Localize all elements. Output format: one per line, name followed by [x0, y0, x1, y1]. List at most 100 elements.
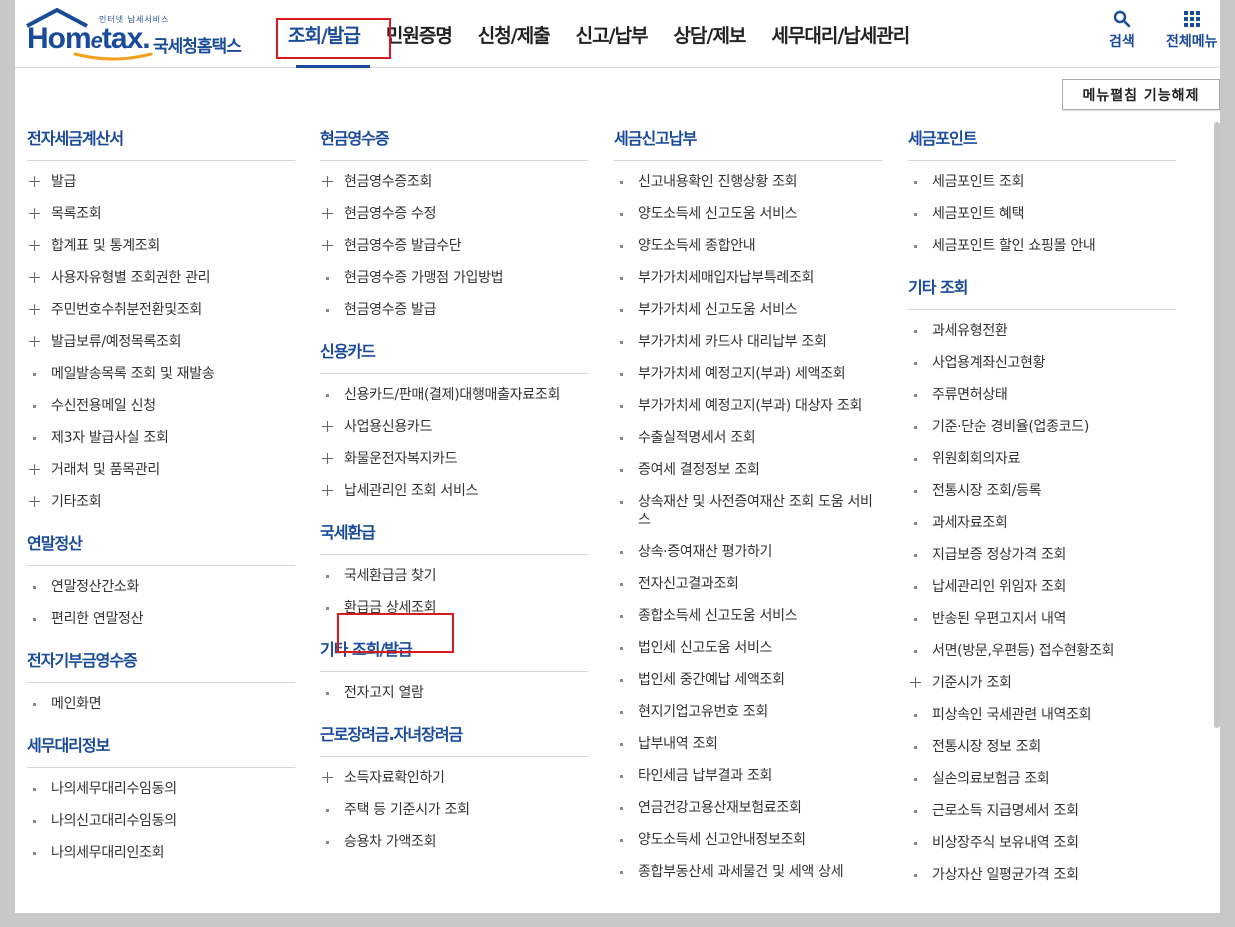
menu-item[interactable]: 부가가치세 신고도움 서비스	[614, 301, 882, 319]
menu-item[interactable]: 신고내용확인 진행상황 조회	[614, 173, 882, 191]
menu-item[interactable]: 현지기업고유번호 조회	[614, 703, 882, 721]
menu-item[interactable]: 세금포인트 조회	[908, 173, 1176, 191]
menu-item[interactable]: 연금건강고용산재보험료조회	[614, 799, 882, 817]
menu-item[interactable]: 나의세무대리인조회	[27, 844, 295, 862]
menu-item[interactable]: 합계표 및 통계조회	[27, 237, 295, 255]
menu-item[interactable]: 양도소득세 신고안내정보조회	[614, 831, 882, 849]
menu-item[interactable]: 주류면허상태	[908, 386, 1176, 404]
menu-item[interactable]: 주민번호수취분전환및조회	[27, 301, 295, 319]
menu-item[interactable]: 거래처 및 품목관리	[27, 461, 295, 479]
section-title[interactable]: 연말정산	[27, 525, 295, 566]
section-title[interactable]: 근로장려금.자녀장려금	[320, 716, 588, 757]
menu-item[interactable]: 반송된 우편고지서 내역	[908, 610, 1176, 628]
nav-tab-2[interactable]: 신청/제출	[465, 0, 563, 68]
bullet-icon	[614, 671, 628, 689]
section-title[interactable]: 국세환급	[320, 514, 588, 555]
menu-item[interactable]: 기타조회	[27, 493, 295, 511]
menu-item[interactable]: 위원회회의자료	[908, 450, 1176, 468]
menu-item[interactable]: 나의세무대리수임동의	[27, 780, 295, 798]
menu-item[interactable]: 현금영수증조회	[320, 173, 588, 191]
menu-item[interactable]: 종합소득세 신고도움 서비스	[614, 607, 882, 625]
menu-item[interactable]: 발급	[27, 173, 295, 191]
menu-item[interactable]: 전통시장 정보 조회	[908, 738, 1176, 756]
menu-item[interactable]: 신용카드/판매(결제)대행매출자료조회	[320, 386, 588, 404]
search-button[interactable]: 검색	[1109, 10, 1135, 51]
menu-item[interactable]: 국세환급금 찾기	[320, 567, 588, 585]
menu-item[interactable]: 세금포인트 할인 쇼핑몰 안내	[908, 237, 1176, 255]
menu-item[interactable]: 부가가치세 예정고지(부과) 대상자 조회	[614, 397, 882, 415]
menu-item[interactable]: 타인세금 납부결과 조회	[614, 767, 882, 785]
menu-item[interactable]: 실손의료보험금 조회	[908, 770, 1176, 788]
menu-item[interactable]: 부가가치세매입자납부특례조회	[614, 269, 882, 287]
menu-item[interactable]: 부가가치세 카드사 대리납부 조회	[614, 333, 882, 351]
menu-item[interactable]: 과세유형전환	[908, 322, 1176, 340]
menu-item[interactable]: 발급보류/예정목록조회	[27, 333, 295, 351]
menu-item[interactable]: 양도소득세 신고도움 서비스	[614, 205, 882, 223]
menu-item-label: 양도소득세 신고안내정보조회	[638, 832, 806, 848]
menu-item[interactable]: 종합부동산세 과세물건 및 세액 상세	[614, 863, 882, 881]
menu-item[interactable]: 목록조회	[27, 205, 295, 223]
menu-item[interactable]: 증여세 결정정보 조회	[614, 461, 882, 479]
nav-tab-4[interactable]: 상담/제보	[661, 0, 759, 68]
section-title[interactable]: 세금신고납부	[614, 120, 882, 161]
menu-item[interactable]: 양도소득세 종합안내	[614, 237, 882, 255]
menu-item[interactable]: 화물운전자복지카드	[320, 450, 588, 468]
menu-item[interactable]: 기준·단순 경비율(업종코드)	[908, 418, 1176, 436]
section-title[interactable]: 전자세금계산서	[27, 120, 295, 161]
menu-item[interactable]: 나의신고대리수임동의	[27, 812, 295, 830]
menu-item[interactable]: 세금포인트 혜택	[908, 205, 1176, 223]
section-title[interactable]: 신용카드	[320, 333, 588, 374]
section-title[interactable]: 세무대리정보	[27, 727, 295, 768]
menu-item[interactable]: 상속·증여재산 평가하기	[614, 543, 882, 561]
menu-item[interactable]: 주택 등 기준시가 조회	[320, 801, 588, 819]
menu-item[interactable]: 사업용계좌신고현황	[908, 354, 1176, 372]
menu-expand-disable-button[interactable]: 메뉴펼침 기능해제	[1062, 79, 1220, 110]
menu-item[interactable]: 제3자 발급사실 조회	[27, 429, 295, 447]
menu-item[interactable]: 가상자산 일평균가격 조회	[908, 866, 1176, 884]
menu-item[interactable]: 수출실적명세서 조회	[614, 429, 882, 447]
menu-item[interactable]: 납세관리인 위임자 조회	[908, 578, 1176, 596]
menu-item[interactable]: 과세자료조회	[908, 514, 1176, 532]
menu-item[interactable]: 납세관리인 조회 서비스	[320, 482, 588, 500]
menu-item[interactable]: 현금영수증 가맹점 가입방법	[320, 269, 588, 287]
menu-item[interactable]: 사용자유형별 조회권한 관리	[27, 269, 295, 287]
vertical-scrollbar[interactable]	[1214, 122, 1220, 728]
section-title[interactable]: 세금포인트	[908, 120, 1176, 161]
menu-item[interactable]: 전자신고결과조회	[614, 575, 882, 593]
menu-item[interactable]: 상속재산 및 사전증여재산 조회 도움 서비스	[614, 493, 882, 529]
menu-item[interactable]: 납부내역 조회	[614, 735, 882, 753]
nav-tab-5[interactable]: 세무대리/납세관리	[758, 0, 922, 68]
menu-item[interactable]: 전통시장 조회/등록	[908, 482, 1176, 500]
menu-item[interactable]: 연말정산간소화	[27, 578, 295, 596]
nav-tab-3[interactable]: 신고/납부	[563, 0, 661, 68]
menu-item[interactable]: 지급보증 정상가격 조회	[908, 546, 1176, 564]
menu-item[interactable]: 피상속인 국세관련 내역조회	[908, 706, 1176, 724]
bullet-icon	[27, 780, 41, 798]
menu-item[interactable]: 메일발송목록 조회 및 재발송	[27, 365, 295, 383]
menu-item[interactable]: 편리한 연말정산	[27, 610, 295, 628]
section-title[interactable]: 현금영수증	[320, 120, 588, 161]
menu-item[interactable]: 현금영수증 수정	[320, 205, 588, 223]
menu-item[interactable]: 승용차 가액조회	[320, 833, 588, 851]
hometax-logo[interactable]: 인터넷 납세서비스 Hometax. 국세청홈택스	[25, 8, 255, 64]
section-title[interactable]: 기타 조회	[908, 269, 1176, 310]
menu-section: 국세환급 국세환급금 찾기 환급금 상세조회	[320, 514, 588, 617]
menu-item[interactable]: 비상장주식 보유내역 조회	[908, 834, 1176, 852]
menu-item[interactable]: 근로소득 지급명세서 조회	[908, 802, 1176, 820]
menu-item[interactable]: 소득자료확인하기	[320, 769, 588, 787]
menu-item[interactable]: 메인화면	[27, 695, 295, 713]
all-menu-button[interactable]: 전체메뉴	[1166, 10, 1218, 51]
menu-item[interactable]: 사업용신용카드	[320, 418, 588, 436]
menu-item[interactable]: 수신전용메일 신청	[27, 397, 295, 415]
bullet-icon	[27, 844, 41, 862]
menu-item[interactable]: 현금영수증 발급수단	[320, 237, 588, 255]
menu-item[interactable]: 현금영수증 발급	[320, 301, 588, 319]
menu-item[interactable]: 법인세 중간예납 세액조회	[614, 671, 882, 689]
menu-item-label: 현금영수증 수정	[344, 206, 437, 222]
menu-item[interactable]: 전자고지 열람	[320, 684, 588, 702]
menu-item[interactable]: 서면(방문,우편등) 접수현황조회	[908, 642, 1176, 660]
menu-item[interactable]: 부가가치세 예정고지(부과) 세액조회	[614, 365, 882, 383]
section-title[interactable]: 전자기부금영수증	[27, 642, 295, 683]
menu-item[interactable]: 기준시가 조회	[908, 674, 1176, 692]
menu-item[interactable]: 법인세 신고도움 서비스	[614, 639, 882, 657]
